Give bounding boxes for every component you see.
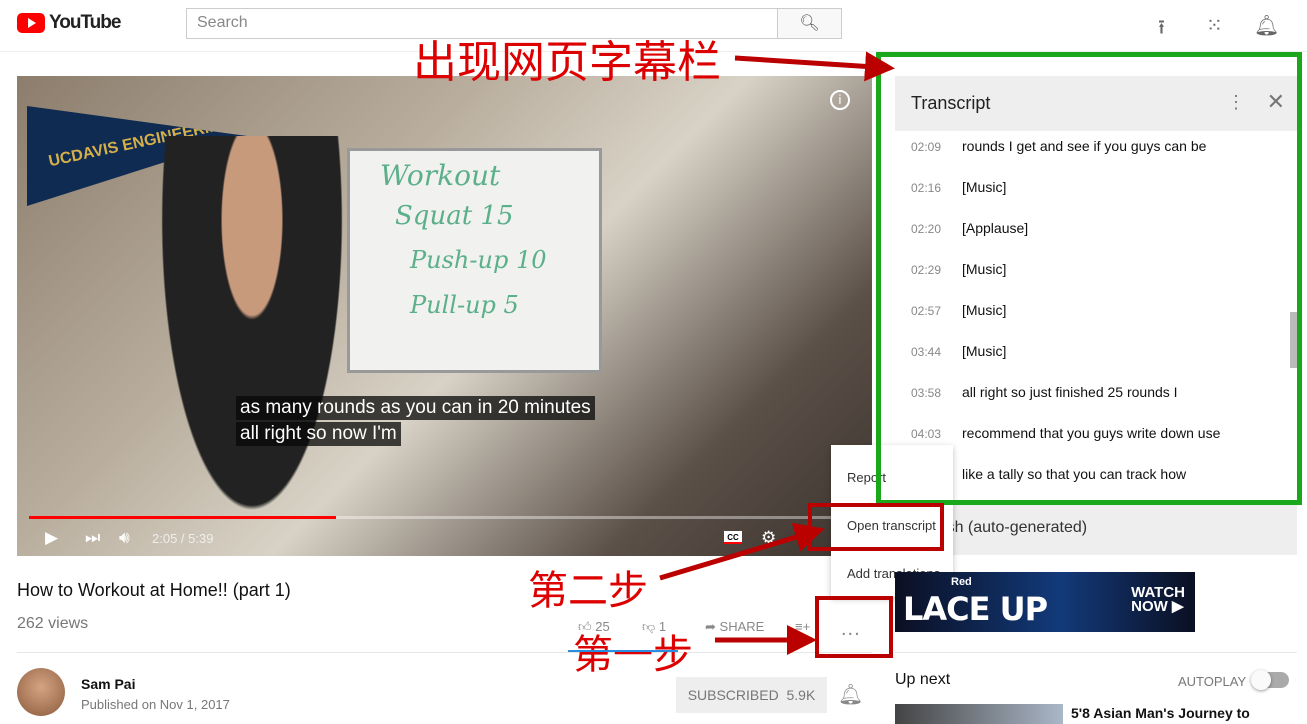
captions-icon[interactable]: CC	[724, 531, 742, 544]
channel-avatar[interactable]	[17, 668, 65, 716]
step1-highlight-box	[815, 596, 893, 658]
video-title: How to Workout at Home!! (part 1)	[17, 580, 291, 600]
info-icon[interactable]: i	[830, 90, 850, 110]
youtube-logo[interactable]: YouTube	[17, 12, 121, 34]
divider	[17, 652, 872, 653]
next-video-title[interactable]: 5'8 Asian Man's Journey to	[1071, 705, 1250, 721]
autoplay-toggle[interactable]	[1251, 670, 1289, 690]
share-icon: ➦	[705, 619, 716, 634]
progress-bar[interactable]	[29, 516, 860, 519]
arrow-top	[734, 51, 895, 82]
whiteboard: Workout Squat 15 Push-up 10 Pull-up 5	[347, 148, 602, 373]
transcript-language-select[interactable]: English (auto-generated)	[895, 505, 1297, 555]
next-video-thumbnail[interactable]	[895, 704, 1063, 724]
autoplay-label: AUTOPLAY	[1178, 674, 1247, 689]
bell-icon[interactable]: 🔔︎	[838, 682, 863, 707]
publish-date: Published on Nov 1, 2017	[81, 697, 230, 712]
video-player[interactable]: UCDAVIS ENGINEERING Workout Squat 15 Pus…	[17, 76, 872, 556]
add-to-playlist-icon[interactable]: ≡+	[795, 619, 810, 634]
progress-fill	[29, 516, 337, 519]
underline	[568, 650, 678, 652]
subtitle-line: all right so now I'm	[236, 422, 401, 446]
volume-icon[interactable]: 🔊︎	[119, 528, 130, 548]
view-count: 262 views	[17, 615, 89, 632]
annotation-top: 出现网页字幕栏	[413, 37, 721, 88]
channel-name[interactable]: Sam Pai	[81, 676, 135, 692]
time-display: 2:05 / 5:39	[152, 531, 214, 546]
subscribe-button[interactable]: SUBSCRIBED 5.9K	[676, 677, 827, 713]
divider	[895, 652, 1297, 653]
up-next-heading: Up next	[895, 671, 951, 688]
transcript-highlight-box	[876, 52, 1302, 505]
youtube-play-icon	[17, 13, 45, 33]
play-icon[interactable]: ▶	[45, 528, 58, 548]
notifications-icon[interactable]: 🔔︎	[1254, 13, 1279, 38]
search-button[interactable]: 🔍︎	[777, 8, 842, 39]
annotation-step2: 第二步	[528, 568, 648, 614]
upload-icon[interactable]: ⭱	[1158, 13, 1165, 47]
apps-icon[interactable]: ⁙	[1206, 13, 1223, 38]
subtitle-line: as many rounds as you can in 20 minutes	[236, 396, 595, 420]
ad-banner[interactable]: Red LACE UP WATCH NOW ▶	[895, 572, 1195, 632]
presenter	[147, 136, 357, 556]
settings-icon[interactable]: ⚙	[761, 528, 776, 548]
share-button[interactable]: ➦ SHARE	[705, 619, 764, 635]
search-icon: 🔍︎	[799, 15, 820, 32]
next-icon[interactable]: ⏭︎	[85, 528, 100, 548]
step2-highlight-box	[808, 503, 944, 551]
